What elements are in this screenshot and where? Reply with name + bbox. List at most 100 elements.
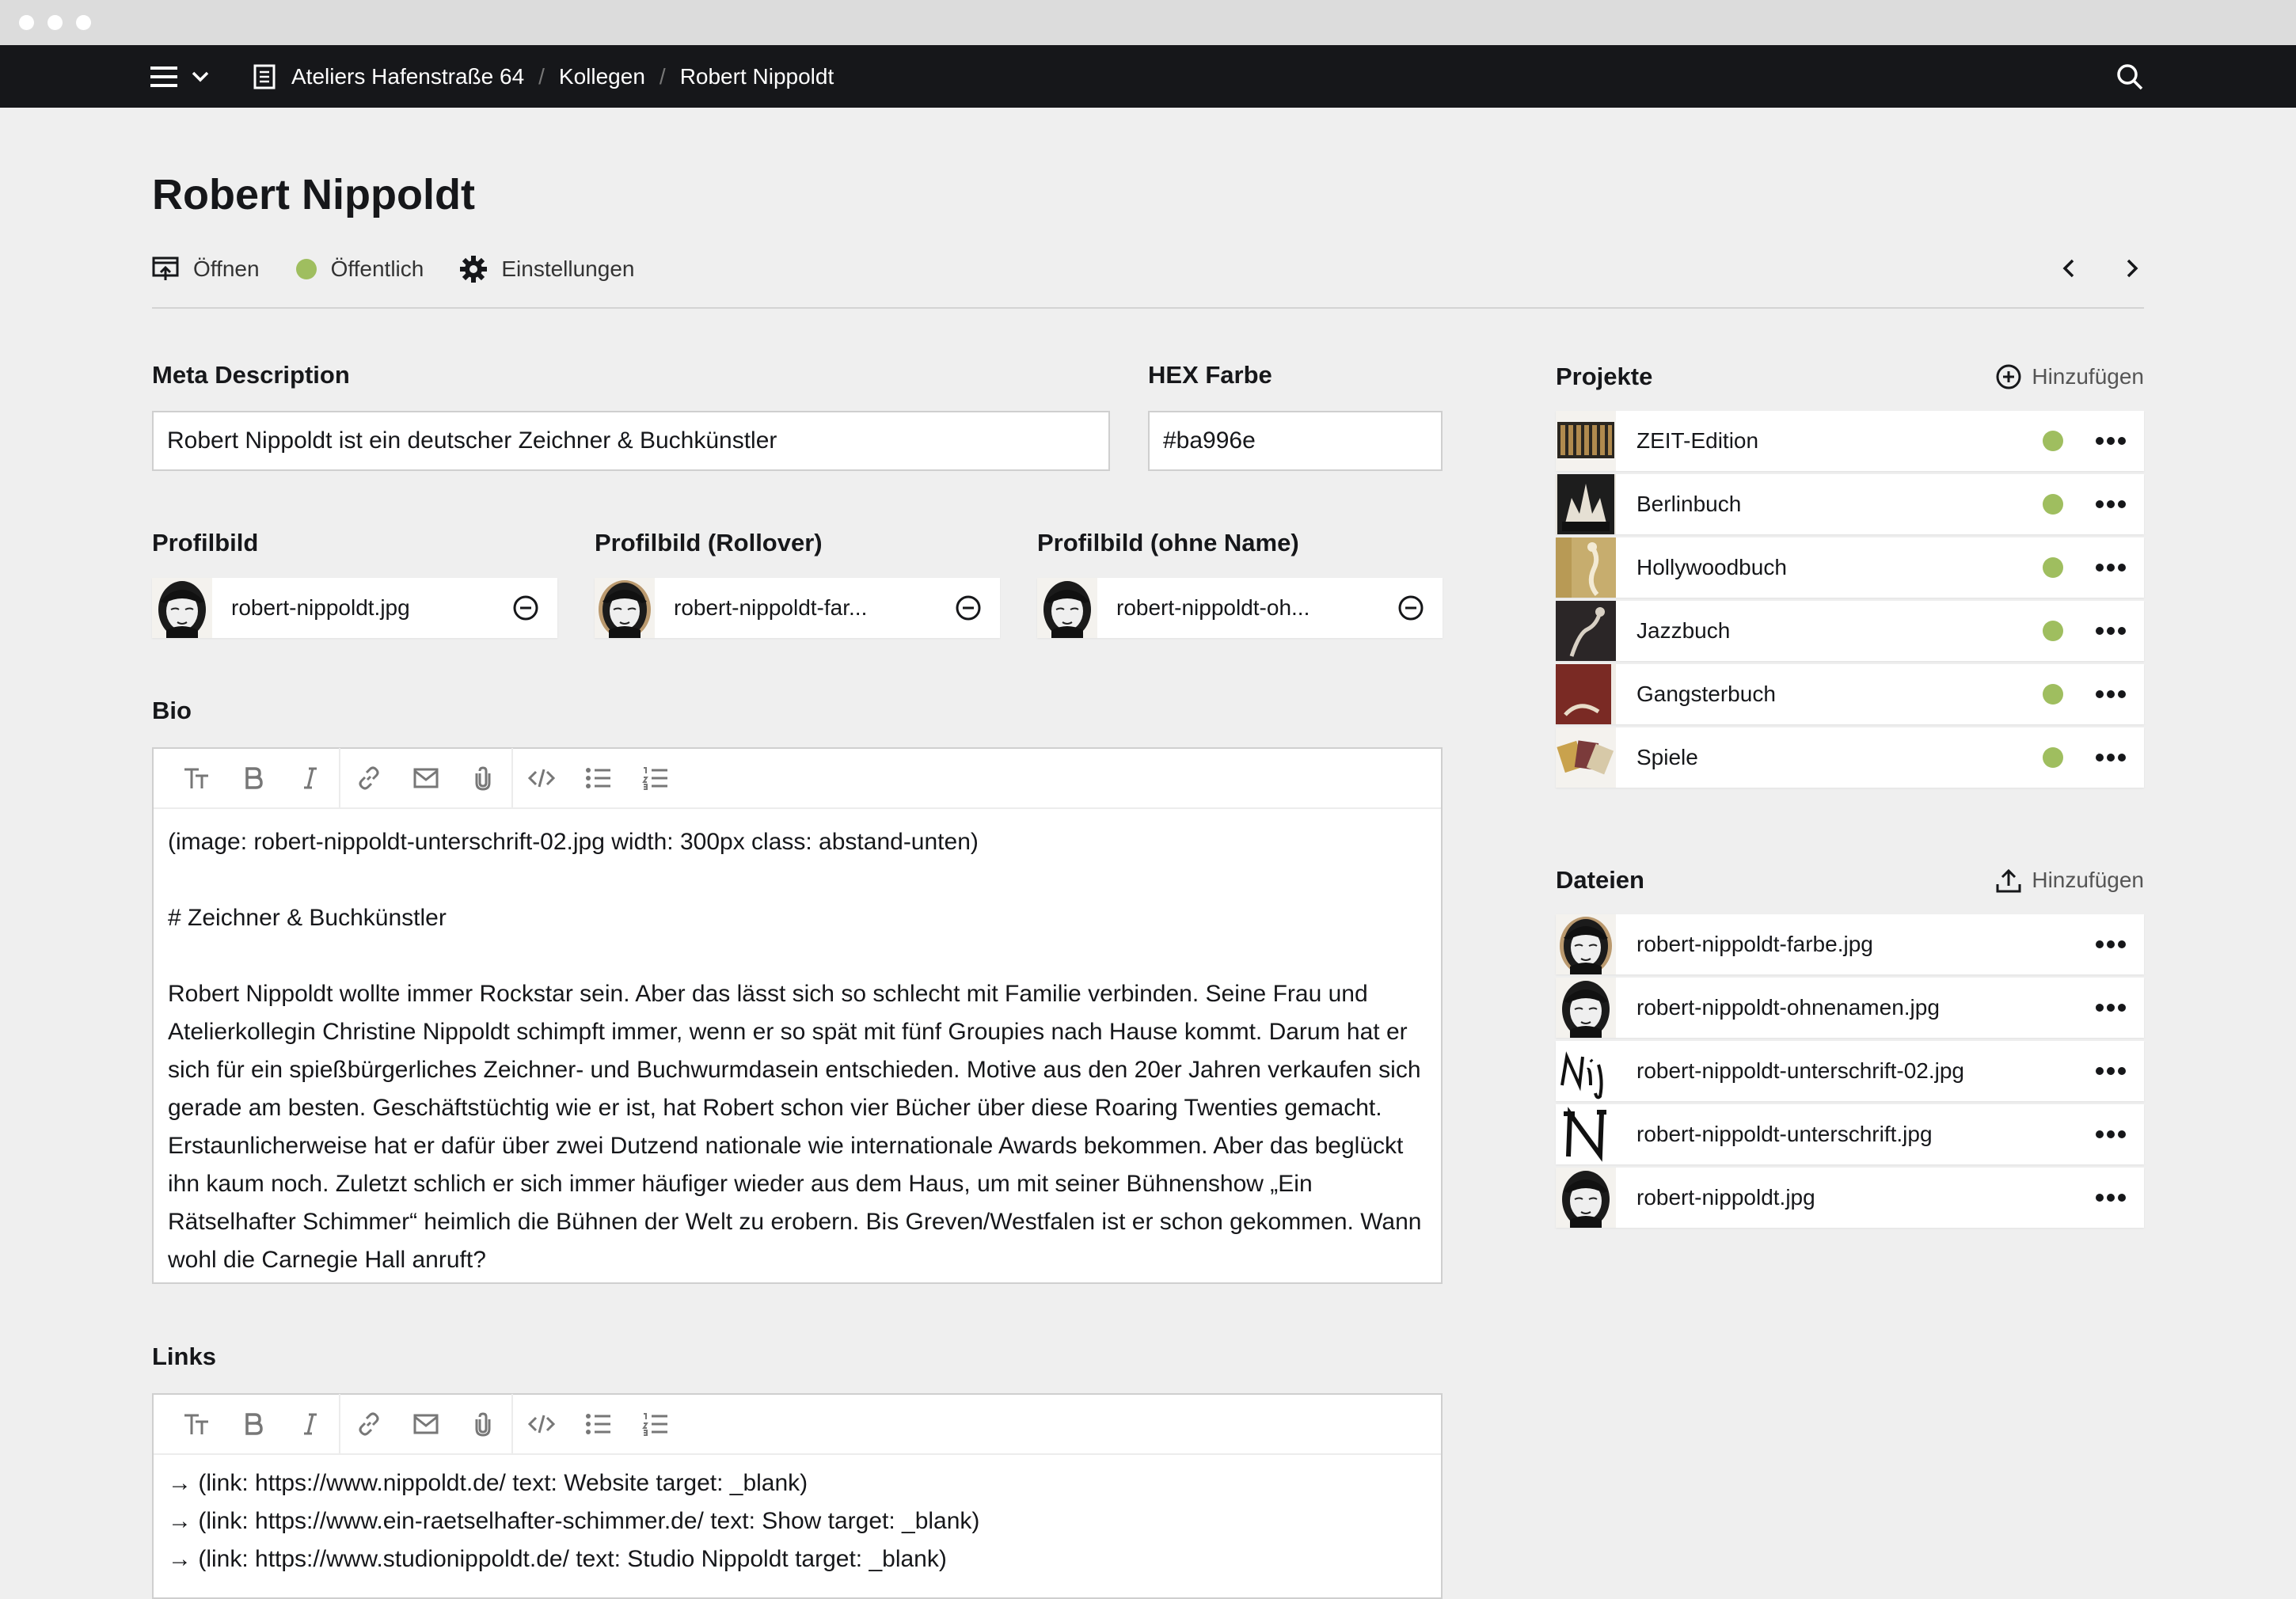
ordered-list-button[interactable]: [627, 748, 684, 808]
file-item[interactable]: robert-nippoldt-unterschrift-02.jpg: [1556, 1041, 2144, 1101]
more-options-button[interactable]: [2095, 1193, 2127, 1202]
zeit-edition-thumbnail: [1556, 411, 1616, 471]
file-item[interactable]: robert-nippoldt-unterschrift.jpg: [1556, 1104, 2144, 1164]
more-options-button[interactable]: [2095, 1003, 2127, 1012]
link-button[interactable]: [340, 748, 397, 808]
links-line: → (link: https://www.ein-raetselhafter-s…: [168, 1508, 980, 1534]
ordered-list-icon: [642, 1413, 667, 1436]
hollywoodbuch-thumbnail: [1556, 537, 1616, 598]
project-item[interactable]: ZEIT-Edition: [1556, 411, 2144, 471]
italic-button[interactable]: [282, 748, 339, 808]
profilbild-file[interactable]: robert-nippoldt.jpg: [152, 578, 557, 638]
more-options-button[interactable]: [2095, 753, 2127, 762]
more-dots-icon: [2096, 564, 2126, 572]
more-dots-icon: [2096, 500, 2126, 508]
projekte-add-button[interactable]: Hinzufügen: [1995, 363, 2144, 390]
bullet-list-icon: [586, 768, 610, 788]
attachment-icon: [475, 1412, 491, 1437]
more-dots-icon: [2096, 754, 2126, 762]
menu-button[interactable]: [150, 45, 209, 108]
hamburger-menu-icon: [150, 66, 177, 87]
profilbild-rollover-file[interactable]: robert-nippoldt-far...: [595, 578, 1000, 638]
status-published-icon: [2043, 621, 2063, 641]
file-item[interactable]: robert-nippoldt.jpg: [1556, 1168, 2144, 1228]
more-options-button[interactable]: [2095, 1066, 2127, 1076]
more-options-button[interactable]: [2095, 626, 2127, 636]
hex-color-input[interactable]: #ba996e: [1148, 411, 1443, 471]
search-button[interactable]: [2115, 45, 2144, 108]
breadcrumb: Ateliers Hafenstraße 64 / Kollegen / Rob…: [253, 45, 834, 108]
link-icon: [359, 1412, 379, 1436]
bio-paragraph: (image: robert-nippoldt-unterschrift-02.…: [168, 829, 979, 855]
portrait-thumbnail: [595, 578, 655, 638]
attachment-button[interactable]: [454, 1394, 511, 1454]
heading-button[interactable]: [168, 1394, 225, 1454]
project-name: Spiele: [1636, 745, 1698, 769]
upload-icon: [1996, 868, 2021, 893]
more-options-button[interactable]: [2095, 940, 2127, 949]
links-textarea[interactable]: → (link: https://www.nippoldt.de/ text: …: [154, 1455, 1441, 1593]
more-options-button[interactable]: [2095, 436, 2127, 446]
email-button[interactable]: [397, 1394, 454, 1454]
file-item[interactable]: robert-nippoldt-ohnenamen.jpg: [1556, 978, 2144, 1038]
profilbild-ohne-name-file[interactable]: robert-nippoldt-oh...: [1037, 578, 1443, 638]
settings-label: Einstellungen: [501, 256, 635, 281]
more-options-button[interactable]: [2095, 563, 2127, 572]
bullet-list-button[interactable]: [570, 748, 627, 808]
breadcrumb-separator: /: [538, 63, 545, 89]
profilbild-filename: robert-nippoldt.jpg: [231, 595, 410, 620]
page-icon: [253, 64, 276, 89]
link-button[interactable]: [340, 1394, 397, 1454]
gear-icon: [460, 256, 488, 283]
window-zoom-button[interactable]: [76, 15, 91, 30]
remove-button[interactable]: [952, 595, 984, 621]
more-options-button[interactable]: [2095, 499, 2127, 509]
bold-button[interactable]: [225, 1394, 282, 1454]
bullet-list-button[interactable]: [570, 1394, 627, 1454]
breadcrumb-item-kollegen[interactable]: Kollegen: [559, 64, 645, 89]
remove-button[interactable]: [1395, 595, 1427, 621]
bio-textarea[interactable]: (image: robert-nippoldt-unterschrift-02.…: [154, 809, 1441, 1293]
italic-button[interactable]: [282, 1394, 339, 1454]
dateien-title: Dateien: [1556, 866, 1644, 894]
dateien-add-button[interactable]: Hinzufügen: [1995, 867, 2144, 894]
code-button[interactable]: [513, 748, 570, 808]
breadcrumb-item-current[interactable]: Robert Nippoldt: [680, 64, 834, 89]
bold-button[interactable]: [225, 748, 282, 808]
next-page-icon[interactable]: [2123, 258, 2141, 279]
meta-description-input[interactable]: Robert Nippoldt ist ein deutscher Zeichn…: [152, 411, 1110, 471]
open-button[interactable]: Öffnen: [152, 256, 260, 283]
file-name: robert-nippoldt-unterschrift-02.jpg: [1636, 1058, 1964, 1083]
attachment-button[interactable]: [454, 748, 511, 808]
bio-paragraph: Robert Nippoldt wollte immer Rockstar se…: [168, 981, 1422, 1273]
more-dots-icon: [2096, 437, 2126, 445]
window-minimize-button[interactable]: [48, 15, 63, 30]
heading-button[interactable]: [168, 748, 225, 808]
ordered-list-button[interactable]: [627, 1394, 684, 1454]
remove-icon: [956, 595, 981, 621]
code-button[interactable]: [513, 1394, 570, 1454]
status-label: Öffentlich: [330, 256, 424, 281]
more-options-button[interactable]: [2095, 1130, 2127, 1139]
project-item[interactable]: Berlinbuch: [1556, 474, 2144, 534]
breadcrumb-item-site[interactable]: Ateliers Hafenstraße 64: [291, 64, 524, 89]
previous-page-icon[interactable]: [2060, 258, 2077, 279]
window-close-button[interactable]: [19, 15, 34, 30]
status-button[interactable]: Öffentlich: [295, 256, 424, 282]
remove-button[interactable]: [510, 595, 542, 621]
bio-paragraph: # Zeichner & Buchkünstler: [168, 905, 447, 931]
links-editor-toolbar: [154, 1394, 1441, 1455]
more-options-button[interactable]: [2095, 689, 2127, 699]
project-name: Hollywoodbuch: [1636, 555, 1787, 579]
berlinbuch-thumbnail: [1556, 474, 1616, 534]
file-item[interactable]: robert-nippoldt-farbe.jpg: [1556, 914, 2144, 974]
email-button[interactable]: [397, 748, 454, 808]
project-item[interactable]: Jazzbuch: [1556, 601, 2144, 661]
status-published-icon: [2043, 684, 2063, 705]
italic-icon: [304, 767, 317, 789]
settings-button[interactable]: Einstellungen: [460, 256, 634, 283]
project-item[interactable]: Gangsterbuch: [1556, 664, 2144, 724]
project-item[interactable]: Hollywoodbuch: [1556, 537, 2144, 598]
project-item[interactable]: Spiele: [1556, 727, 2144, 788]
